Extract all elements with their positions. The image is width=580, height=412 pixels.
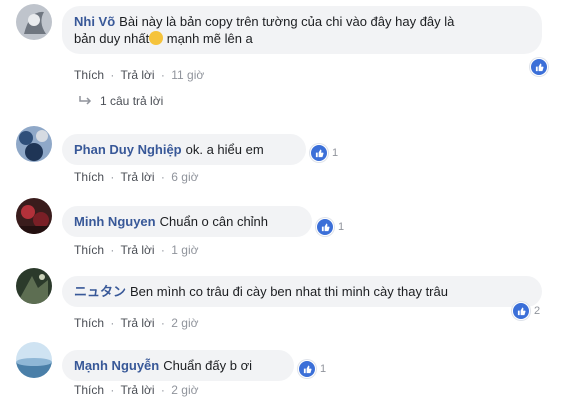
reaction-number: 1 — [320, 363, 327, 375]
comment-author[interactable]: Mạnh Nguyễn — [74, 358, 159, 373]
like-reaction-icon — [530, 58, 548, 76]
comment-bubble: Mạnh Nguyễn Chuẩn đấy b ơi — [62, 350, 294, 381]
comment-actions: Thích · Trả lời · 2 giờ — [74, 383, 201, 397]
comment-text-line2-end: mạnh mẽ lên a — [163, 31, 253, 46]
reaction-count[interactable]: 2 — [512, 302, 540, 320]
avatar[interactable] — [16, 126, 52, 162]
separator: · — [160, 68, 165, 82]
avatar-photo — [16, 198, 52, 234]
comment-bubble: Nhi Võ Bài này là bản copy trên tường của… — [62, 6, 542, 54]
like-reaction-icon — [310, 144, 328, 162]
reply-link[interactable]: Trả lời — [120, 243, 154, 257]
separator: · — [160, 170, 165, 184]
separator: · — [160, 383, 165, 397]
timestamp[interactable]: 1 giờ — [171, 243, 198, 257]
avatar[interactable] — [16, 198, 52, 234]
reaction-count[interactable]: 1 — [298, 360, 326, 378]
avatar-photo — [16, 342, 52, 378]
reaction-number: 1 — [338, 221, 345, 233]
separator: · — [110, 170, 115, 184]
timestamp[interactable]: 2 giờ — [171, 316, 198, 330]
avatar-photo — [16, 268, 52, 304]
separator: · — [110, 68, 115, 82]
like-link[interactable]: Thích — [74, 68, 104, 82]
comment-bubble: ニュタン Ben mình co trâu đi cày ben nhat thi… — [62, 276, 542, 307]
reply-link[interactable]: Trả lời — [120, 383, 154, 397]
like-reaction-icon — [316, 218, 334, 236]
avatar-photo — [16, 126, 52, 162]
timestamp[interactable]: 11 giờ — [171, 68, 204, 82]
reply-arrow-icon — [79, 96, 92, 105]
comment-text: Chuẩn o cân chỉnh — [159, 214, 269, 229]
timestamp[interactable]: 6 giờ — [171, 170, 198, 184]
comment-text-line2: bản duy nhất — [74, 31, 150, 46]
comment-actions: Thích · Trả lời · 6 giờ — [74, 170, 201, 184]
reply-link[interactable]: Trả lời — [120, 316, 154, 330]
like-reaction-icon — [298, 360, 316, 378]
comment-actions: Thích · Trả lời · 11 giờ — [74, 68, 207, 82]
reaction-number: 2 — [534, 305, 541, 317]
smiley-emoji-icon — [149, 31, 164, 45]
reply-link[interactable]: Trả lời — [120, 170, 154, 184]
view-replies[interactable]: 1 câu trả lời — [78, 94, 163, 108]
reply-link[interactable]: Trả lời — [120, 68, 154, 82]
reaction-number: 1 — [332, 147, 339, 159]
comment-text: Ben mình co trâu đi cày ben nhat thi min… — [130, 284, 448, 299]
like-link[interactable]: Thích — [74, 170, 104, 184]
avatar-photo — [16, 4, 52, 40]
timestamp[interactable]: 2 giờ — [171, 383, 198, 397]
reaction-count[interactable] — [530, 58, 552, 76]
separator: · — [110, 316, 115, 330]
comment-text: ok. a hiểu em — [185, 142, 264, 157]
like-link[interactable]: Thích — [74, 243, 104, 257]
comment-bubble: Minh Nguyen Chuẩn o cân chỉnh — [62, 206, 312, 237]
reaction-count[interactable]: 1 — [310, 144, 338, 162]
avatar[interactable] — [16, 268, 52, 304]
reaction-count[interactable]: 1 — [316, 218, 344, 236]
avatar[interactable] — [16, 4, 52, 40]
like-reaction-icon — [512, 302, 530, 320]
avatar[interactable] — [16, 342, 52, 378]
comment-author[interactable]: Nhi Võ — [74, 14, 115, 29]
separator: · — [110, 243, 115, 257]
comment-author[interactable]: Phan Duy Nghiệp — [74, 142, 182, 157]
separator: · — [160, 243, 165, 257]
comment-bubble: Phan Duy Nghiệp ok. a hiểu em — [62, 134, 306, 165]
comment-author[interactable]: Minh Nguyen — [74, 214, 156, 229]
like-link[interactable]: Thích — [74, 316, 104, 330]
like-link[interactable]: Thích — [74, 383, 104, 397]
comment-actions: Thích · Trả lời · 2 giờ — [74, 316, 201, 330]
separator: · — [160, 316, 165, 330]
comment-author[interactable]: ニュタン — [74, 284, 126, 299]
comment-actions: Thích · Trả lời · 1 giờ — [74, 243, 201, 257]
replies-count: 1 câu trả lời — [100, 94, 164, 108]
comment-text: Chuẩn đấy b ơi — [163, 358, 252, 373]
comment-text: Bài này là bản copy trên tường của chi v… — [119, 14, 455, 29]
separator: · — [110, 383, 115, 397]
